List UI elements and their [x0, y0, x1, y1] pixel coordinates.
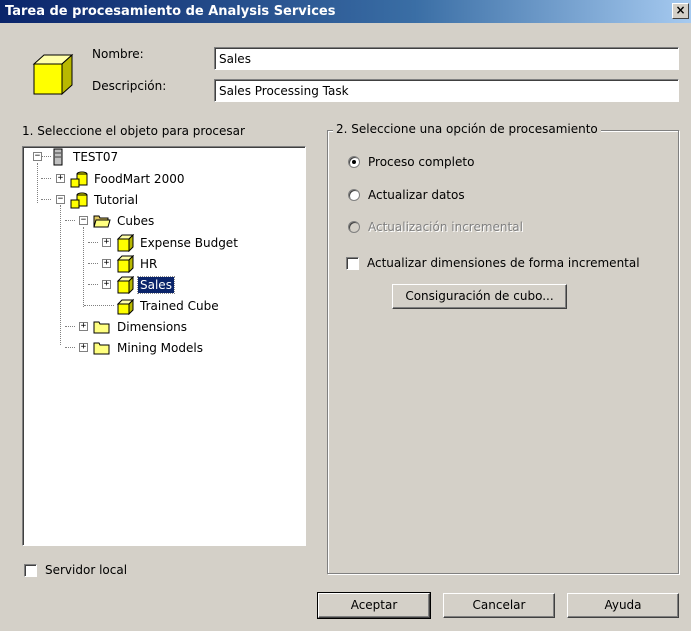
tree-node-label: TEST07 [73, 150, 119, 164]
tree-node-foodmart[interactable]: FoodMart 2000 [70, 170, 186, 188]
tree-node-label: Trained Cube [140, 299, 219, 313]
object-section-label: 1. Seleccione el objeto para procesar [22, 124, 245, 138]
incremental-dimensions-label: Actualizar dimensiones de forma incremen… [367, 256, 640, 270]
full-process-label: Proceso completo [368, 155, 475, 169]
radio-incremental-update [348, 221, 360, 233]
folder-open-icon [93, 215, 111, 228]
close-icon: × [675, 3, 686, 17]
name-label: Nombre: [92, 47, 144, 61]
tree-node-label: Dimensions [117, 320, 188, 334]
checkbox-incremental-dimensions[interactable] [346, 256, 359, 270]
full-process-option[interactable]: Proceso completo [348, 155, 474, 169]
description-field[interactable] [214, 79, 679, 102]
cube-icon [116, 234, 134, 252]
incremental-update-option: Actualización incremental [348, 220, 523, 234]
description-label: Descripción: [92, 79, 167, 93]
name-field[interactable] [214, 47, 679, 70]
tree-node-label: Tutorial [94, 193, 139, 207]
cube-icon [116, 276, 134, 294]
ok-button[interactable]: Aceptar [317, 592, 431, 619]
tree-expander[interactable]: − [79, 216, 88, 225]
tree-expander[interactable]: − [33, 152, 42, 161]
tree-node-expense-budget[interactable]: Expense Budget [116, 234, 240, 252]
tree-node-label: FoodMart 2000 [94, 172, 185, 186]
tree-expander[interactable]: + [56, 174, 65, 183]
tree-node-label: Mining Models [117, 341, 203, 355]
radio-refresh-data[interactable] [348, 189, 360, 201]
cancel-button[interactable]: Cancelar [443, 593, 555, 618]
tree-node-sales[interactable]: Sales [116, 276, 175, 294]
folder-icon [93, 342, 110, 355]
incremental-dimensions-option[interactable]: Actualizar dimensiones de forma incremen… [346, 256, 640, 270]
radio-full-process[interactable] [348, 156, 360, 168]
tree-node-label: Expense Budget [140, 236, 238, 250]
incremental-update-label: Actualización incremental [368, 220, 523, 234]
checkbox-local-server[interactable] [24, 563, 37, 577]
cube-settings-button[interactable]: Consiguración de cubo... [392, 284, 567, 309]
tree-expander[interactable]: + [102, 259, 111, 268]
window-title: Tarea de procesamiento de Analysis Servi… [5, 4, 336, 19]
tree-node-trained-cube[interactable]: Trained Cube [116, 297, 221, 315]
tree-node-hr[interactable]: HR [116, 255, 159, 273]
database-icon [70, 171, 88, 188]
tree-expander[interactable]: + [79, 343, 88, 352]
help-button[interactable]: Ayuda [567, 593, 679, 618]
tree-expander[interactable]: + [102, 280, 111, 289]
close-button[interactable]: × [672, 3, 689, 19]
title-bar: Tarea de procesamiento de Analysis Servi… [0, 0, 691, 23]
refresh-data-option[interactable]: Actualizar datos [348, 188, 465, 202]
tree-node-mining-models[interactable]: Mining Models [93, 339, 205, 357]
options-section-label: 2. Seleccione una opción de procesamient… [333, 122, 601, 136]
server-icon [53, 148, 63, 166]
object-tree[interactable]: − + − − + + + + + TEST07 FoodMart 2000 T… [22, 146, 306, 546]
local-server-option[interactable]: Servidor local [24, 563, 127, 577]
tree-node-label: Sales [137, 276, 175, 294]
refresh-data-label: Actualizar datos [368, 188, 465, 202]
tree-expander[interactable]: + [79, 322, 88, 331]
tree-node-dimensions[interactable]: Dimensions [93, 318, 189, 336]
tree-node-label: Cubes [117, 214, 155, 228]
tree-expander[interactable]: + [102, 238, 111, 247]
folder-icon [93, 321, 110, 334]
tree-node-tutorial[interactable]: Tutorial [70, 191, 140, 209]
tree-node-test07[interactable]: TEST07 [49, 148, 120, 166]
tree-expander[interactable]: − [56, 195, 65, 204]
task-cube-icon [32, 53, 74, 96]
database-icon [70, 192, 88, 209]
tree-node-label: HR [140, 257, 158, 271]
virtual-cube-icon [116, 298, 134, 315]
local-server-label: Servidor local [45, 563, 128, 577]
cube-icon [116, 255, 134, 273]
tree-node-cubes[interactable]: Cubes [93, 212, 156, 230]
